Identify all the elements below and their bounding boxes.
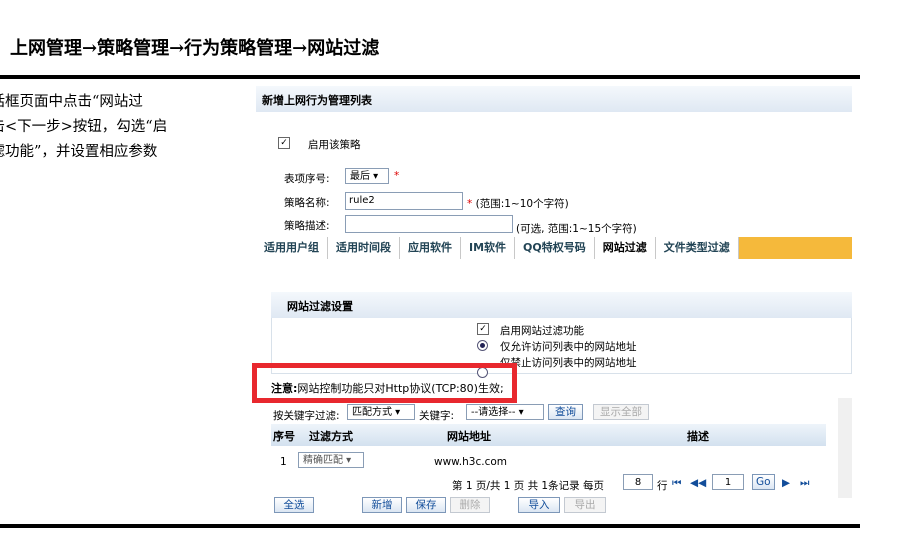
pager-text: 第 1 页/共 1 页 共 1条记录 每页 (452, 480, 604, 492)
col-index: 序号 (273, 430, 295, 443)
scrollbar[interactable] (838, 398, 852, 498)
name-required-mark: * (467, 198, 473, 210)
required-mark: * (394, 170, 400, 182)
page-input[interactable]: 1 (712, 474, 744, 490)
keyword-label: 关键字: (419, 410, 455, 422)
instruction-text: 对话框页面中点击“网站过 点击<下一步>按钮，勾选“启 过滤功能”，并设置相应参… (0, 90, 240, 165)
enable-filter-checkbox[interactable]: ✓ (477, 323, 489, 335)
deny-list-label: 仅禁止访问列表中的网站地址 (500, 357, 637, 369)
new-button[interactable]: 新增 (362, 497, 402, 513)
tab-applications[interactable]: 应用软件 (400, 237, 461, 259)
row-unit: 行 (657, 480, 668, 492)
slide-title: 上网管理→策略管理→行为策略管理→网站过滤 (10, 38, 380, 59)
dialog-title: 新增上网行为管理列表 (262, 94, 372, 107)
next-page-icon[interactable]: ▶ (782, 477, 790, 489)
instruction-line-3: 过滤功能”，并设置相应参数 (0, 144, 158, 160)
query-button[interactable]: 查询 (548, 404, 583, 420)
name-input[interactable]: rule2 (345, 192, 463, 210)
import-button[interactable]: 导入 (518, 497, 560, 513)
select-all-button[interactable]: 全选 (274, 497, 314, 513)
match-mode-select[interactable]: 匹配方式 ▾ (347, 404, 415, 420)
tab-website-filter[interactable]: 网站过滤 (594, 237, 656, 259)
name-hint: (范围:1~10个字符) (475, 198, 569, 210)
per-page-input[interactable]: 8 (623, 474, 653, 490)
show-all-button[interactable]: 显示全部 (593, 404, 649, 420)
allow-list-label: 仅允许访问列表中的网站地址 (500, 341, 637, 353)
row-index: 1 (280, 456, 287, 468)
prev-page-icon[interactable]: ◀◀ (690, 477, 706, 489)
row-url: www.h3c.com (434, 456, 508, 468)
tab-user-group[interactable]: 适用用户组 (256, 237, 328, 259)
enable-policy-checkbox[interactable]: ✓ (278, 137, 290, 149)
instruction-line-1: 对话框页面中点击“网站过 (0, 94, 143, 110)
desc-hint: (可选, 范围:1~15个字符) (516, 223, 637, 235)
table-header: 序号 过滤方式 网站地址 描述 (271, 424, 826, 446)
name-label: 策略名称: (284, 197, 330, 209)
save-button[interactable]: 保存 (406, 497, 446, 513)
top-divider (0, 75, 860, 79)
col-mode: 过滤方式 (309, 430, 353, 443)
last-page-icon[interactable]: ⏭ (800, 477, 809, 490)
enable-filter-label: 启用网站过滤功能 (500, 325, 584, 337)
allow-list-radio[interactable] (477, 340, 488, 351)
row-mode-select[interactable]: 精确匹配 ▾ (298, 452, 364, 468)
col-url: 网站地址 (447, 430, 491, 443)
tab-qq-privilege[interactable]: QQ特权号码 (515, 237, 595, 259)
dialog-header: 新增上网行为管理列表 (256, 86, 852, 112)
go-button[interactable]: Go (752, 474, 775, 490)
tab-im[interactable]: IM软件 (461, 237, 516, 259)
bottom-divider (0, 524, 860, 528)
col-desc: 描述 (687, 430, 709, 443)
tab-file-type-filter[interactable]: 文件类型过滤 (655, 237, 739, 259)
tab-time-range[interactable]: 适用时间段 (328, 237, 400, 259)
policy-tabs: 适用用户组 适用时间段 应用软件 IM软件 QQ特权号码 网站过滤 文件类型过滤 (256, 237, 852, 259)
export-button[interactable]: 导出 (564, 497, 606, 513)
delete-button[interactable]: 删除 (450, 497, 490, 513)
keyword-filter-label: 按关键字过滤: (273, 410, 340, 422)
index-label: 表项序号: (284, 173, 330, 185)
instruction-line-2: 点击<下一步>按钮，勾选“启 (0, 119, 168, 135)
filter-section-title: 网站过滤设置 (287, 300, 353, 313)
highlight-box (252, 363, 517, 403)
index-select[interactable]: 最后 ▾ (345, 168, 389, 184)
filter-section-header: 网站过滤设置 (271, 292, 852, 318)
first-page-icon[interactable]: ⏮ (672, 477, 681, 490)
enable-policy-label: 启用该策略 (308, 139, 361, 151)
desc-input[interactable] (345, 215, 513, 233)
desc-label: 策略描述: (284, 220, 330, 232)
keyword-select[interactable]: --请选择-- ▾ (466, 404, 544, 420)
